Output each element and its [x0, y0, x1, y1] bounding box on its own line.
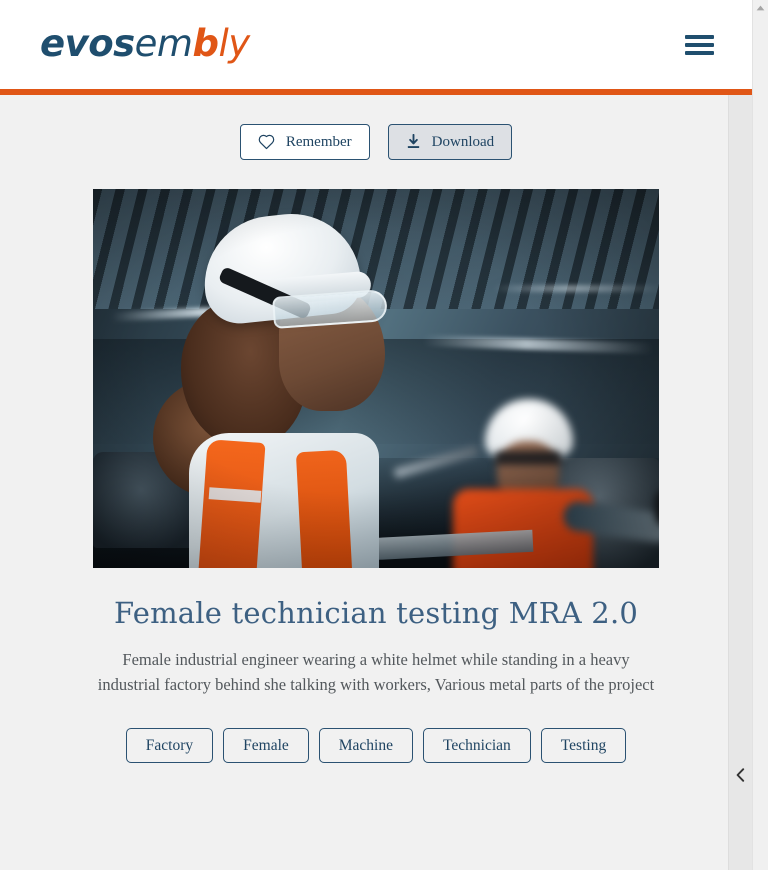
tag-technician[interactable]: Technician	[423, 728, 531, 763]
site-header: evosembly	[0, 0, 752, 89]
logo-part-em: em	[134, 22, 193, 65]
asset-preview-image[interactable]	[93, 189, 659, 568]
hamburger-bar-3	[685, 51, 714, 55]
heart-outline-icon	[258, 134, 275, 150]
remember-button[interactable]: Remember	[239, 124, 370, 160]
tag-female[interactable]: Female	[223, 728, 309, 763]
asset-preview-wrapper	[0, 160, 752, 568]
photo-vignette	[93, 189, 659, 568]
hamburger-bar-2	[685, 43, 714, 47]
asset-title: Female technician testing MRA 2.0	[113, 596, 639, 630]
asset-action-bar: Remember Download	[0, 95, 752, 160]
side-panel-toggle[interactable]	[729, 758, 752, 794]
hamburger-bar-1	[685, 35, 714, 39]
browser-scrollbar[interactable]	[752, 0, 768, 870]
remember-button-label: Remember	[285, 133, 352, 150]
download-button-label: Download	[431, 133, 495, 150]
main-content: Remember Download Female technician test…	[0, 95, 752, 763]
download-icon	[406, 134, 421, 150]
logo-part-evos: evos	[40, 22, 135, 65]
chevron-left-icon	[736, 767, 745, 785]
page-container: evosembly Remember Download Female techn…	[0, 0, 752, 870]
site-logo[interactable]: evosembly	[40, 21, 250, 67]
download-button[interactable]: Download	[387, 124, 513, 160]
tag-machine[interactable]: Machine	[318, 728, 413, 763]
tag-factory[interactable]: Factory	[125, 728, 214, 763]
scroll-up-arrow-icon[interactable]	[753, 0, 768, 16]
browser-viewport: evosembly Remember Download Female techn…	[0, 0, 768, 870]
logo-part-b: b	[192, 22, 219, 65]
hamburger-menu-icon[interactable]	[685, 33, 714, 57]
asset-description: Female industrial engineer wearing a whi…	[97, 650, 655, 694]
scroll-down-arrow-icon[interactable]	[753, 854, 768, 870]
logo-part-ly: ly	[218, 22, 250, 65]
tag-list: Factory Female Machine Technician Testin…	[0, 697, 752, 763]
side-panel-rail	[728, 95, 752, 870]
tag-testing[interactable]: Testing	[540, 728, 627, 763]
